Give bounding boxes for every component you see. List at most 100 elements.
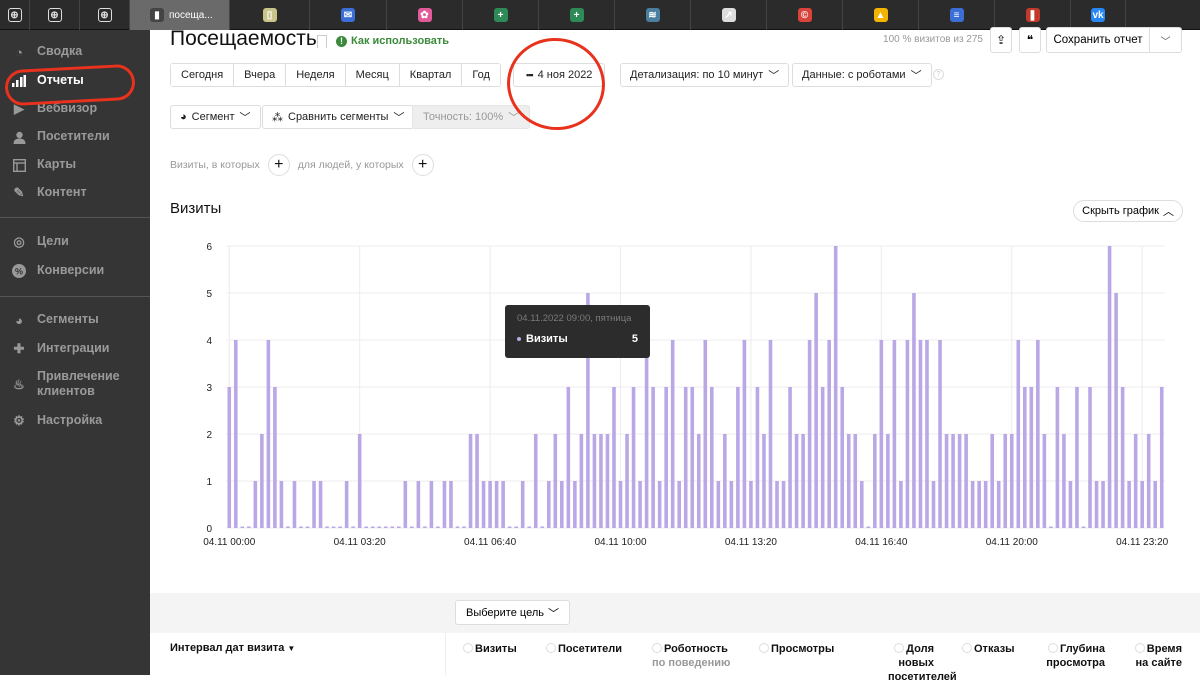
save-report-dropdown[interactable]: ﹀ (1150, 27, 1182, 53)
bar[interactable] (781, 481, 786, 528)
bar[interactable] (227, 387, 232, 528)
bar[interactable] (807, 340, 812, 528)
bar[interactable] (677, 481, 681, 528)
bar[interactable] (423, 526, 427, 529)
sidebar-item-summary[interactable]: ◔ Сводка (0, 44, 150, 60)
bar[interactable] (299, 526, 303, 529)
help-icon[interactable]: ? (933, 69, 944, 80)
compare-segments-dropdown[interactable]: ⁂ Сравнить сегменты ﹀ (262, 105, 415, 129)
bar[interactable] (729, 481, 734, 528)
bar[interactable] (1088, 387, 1092, 528)
bar[interactable] (866, 526, 871, 529)
bar[interactable] (364, 526, 368, 529)
bar[interactable] (879, 340, 884, 528)
bar[interactable] (912, 293, 916, 528)
column-header-robots[interactable]: Роботность по поведению (652, 642, 730, 670)
bar[interactable] (546, 481, 551, 528)
browser-tab[interactable]: ↗ (691, 0, 767, 30)
bar[interactable] (1023, 387, 1027, 528)
period-yesterday[interactable]: Вчера (234, 64, 287, 86)
bar[interactable] (853, 434, 858, 528)
bar[interactable] (1003, 434, 1008, 528)
browser-tab[interactable]: ▮ посеща... (130, 0, 230, 30)
bar[interactable] (325, 526, 329, 529)
bar[interactable] (775, 481, 779, 528)
bar[interactable] (286, 526, 290, 529)
bar[interactable] (768, 340, 773, 528)
bar[interactable] (801, 434, 805, 528)
detail-dropdown[interactable]: Детализация: по 10 минут ﹀ (620, 63, 790, 87)
bar[interactable] (996, 481, 1001, 528)
bar[interactable] (514, 526, 518, 529)
browser-tab[interactable]: ✿ (387, 0, 463, 30)
bar[interactable] (925, 340, 929, 528)
bar[interactable] (931, 481, 936, 528)
bar[interactable] (1042, 434, 1047, 528)
bar[interactable] (533, 434, 538, 528)
browser-tab[interactable]: ▯ (230, 0, 310, 30)
bar[interactable] (944, 434, 949, 528)
period-month[interactable]: Месяц (345, 64, 400, 86)
bar[interactable] (273, 387, 277, 528)
bar[interactable] (318, 481, 323, 528)
bar[interactable] (1159, 387, 1164, 528)
bar[interactable] (331, 526, 336, 529)
bar[interactable] (618, 481, 623, 528)
browser-tab[interactable]: ⊕ (30, 0, 80, 30)
bar[interactable] (644, 340, 649, 528)
bar[interactable] (970, 481, 975, 528)
browser-tab[interactable]: © (767, 0, 843, 30)
bar[interactable] (938, 340, 942, 528)
bar[interactable] (436, 526, 440, 529)
hide-chart-button[interactable]: Скрыть график ︿ (1073, 200, 1183, 222)
bar[interactable] (605, 434, 610, 528)
dimension-header[interactable]: Интервал дат визита ▼ (170, 642, 295, 654)
sidebar-item-integrations[interactable]: ✚ Интеграции (0, 341, 150, 357)
date-picker-button[interactable]: ▪▪▪ 4 ноя 2022 (513, 63, 606, 87)
bar[interactable] (951, 434, 955, 528)
bar[interactable] (592, 434, 597, 528)
bar[interactable] (612, 387, 616, 528)
column-header-visitors[interactable]: Посетители (546, 642, 622, 656)
bar[interactable] (710, 387, 714, 528)
sidebar-item-content[interactable]: ✎ Контент (0, 185, 150, 201)
browser-tab[interactable]: ⊕ (80, 0, 130, 30)
bar[interactable] (1062, 434, 1066, 528)
sidebar-item-maps[interactable]: Карты (0, 157, 150, 173)
how-to-use-link[interactable]: ! Как использовать (336, 35, 449, 47)
bar[interactable] (370, 526, 375, 529)
bar[interactable] (859, 481, 864, 528)
bar[interactable] (846, 434, 851, 528)
save-report-button[interactable]: Сохранить отчет (1046, 27, 1150, 53)
bar[interactable] (475, 434, 479, 528)
bar[interactable] (403, 481, 408, 528)
bar[interactable] (442, 481, 447, 528)
bar[interactable] (742, 340, 747, 528)
bar[interactable] (1133, 434, 1138, 528)
bar[interactable] (873, 434, 877, 528)
bar[interactable] (892, 340, 897, 528)
data-mode-dropdown[interactable]: Данные: с роботами ﹀ (792, 63, 932, 87)
bar[interactable] (827, 340, 831, 528)
export-button[interactable]: ⇪ (990, 27, 1012, 53)
bar[interactable] (755, 387, 760, 528)
bar[interactable] (429, 481, 434, 528)
bar[interactable] (566, 387, 571, 528)
bar[interactable] (520, 481, 525, 528)
comments-button[interactable]: ❝ (1019, 27, 1041, 53)
bar[interactable] (390, 526, 395, 529)
bar[interactable] (964, 434, 968, 528)
bar[interactable] (683, 387, 688, 528)
bar[interactable] (305, 526, 310, 529)
bar[interactable] (905, 340, 910, 528)
period-week[interactable]: Неделя (286, 64, 346, 86)
bar[interactable] (507, 526, 512, 529)
sidebar-item-settings[interactable]: ⚙ Настройка (0, 413, 150, 429)
bar[interactable] (233, 340, 238, 528)
sidebar-item-reports[interactable]: Отчеты (0, 73, 150, 89)
add-visit-filter-button[interactable]: + (267, 154, 290, 176)
bar[interactable] (749, 481, 753, 528)
choose-goal-dropdown[interactable]: Выберите цель ﹀ (455, 600, 570, 625)
bar[interactable] (638, 481, 642, 528)
bar[interactable] (1029, 387, 1034, 528)
